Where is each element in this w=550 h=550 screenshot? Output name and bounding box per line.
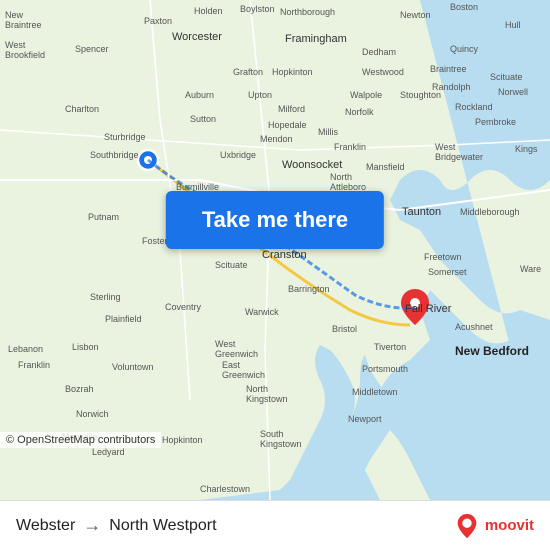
svg-text:Quincy: Quincy [450, 44, 479, 54]
svg-text:New Bedford: New Bedford [455, 344, 529, 358]
svg-text:Sturbridge: Sturbridge [104, 132, 146, 142]
svg-text:Cranston: Cranston [262, 249, 307, 261]
svg-text:East: East [222, 360, 241, 370]
svg-text:Northborough: Northborough [280, 7, 335, 17]
svg-text:Coventry: Coventry [165, 302, 202, 312]
svg-text:Kingstown: Kingstown [246, 394, 288, 404]
svg-text:West: West [435, 142, 456, 152]
svg-text:Boston: Boston [450, 2, 478, 12]
svg-text:Newton: Newton [400, 10, 431, 20]
svg-text:Kingstown: Kingstown [260, 439, 302, 449]
svg-text:Voluntown: Voluntown [112, 362, 154, 372]
svg-text:Hull: Hull [505, 20, 521, 30]
svg-text:Plainfield: Plainfield [105, 314, 142, 324]
svg-text:Warwick: Warwick [245, 307, 279, 317]
svg-text:Walpole: Walpole [350, 90, 382, 100]
svg-text:Kings: Kings [515, 144, 538, 154]
svg-text:Sutton: Sutton [190, 114, 216, 124]
svg-text:South: South [260, 429, 284, 439]
svg-text:Mansfield: Mansfield [366, 162, 405, 172]
svg-text:Middletown: Middletown [352, 387, 398, 397]
svg-text:Southbridge: Southbridge [90, 150, 139, 160]
route-info: Webster → North Westport [16, 515, 217, 536]
svg-text:Putnam: Putnam [88, 212, 119, 222]
origin-label: Webster [16, 517, 75, 535]
svg-text:Hopkinton: Hopkinton [272, 67, 313, 77]
svg-text:Freetown: Freetown [424, 252, 462, 262]
svg-text:Scituate: Scituate [215, 260, 248, 270]
moovit-pin-icon [453, 512, 481, 540]
svg-text:Greenwich: Greenwich [215, 349, 258, 359]
map-container: Spencer Charlton Worcester Framingham De… [0, 0, 550, 500]
svg-text:Norwich: Norwich [76, 409, 109, 419]
take-me-there-button[interactable]: Take me there [166, 191, 384, 249]
svg-text:Auburn: Auburn [185, 90, 214, 100]
svg-text:Norwell: Norwell [498, 87, 528, 97]
svg-text:Mendon: Mendon [260, 134, 293, 144]
svg-text:Scituate: Scituate [490, 72, 523, 82]
svg-text:Bozrah: Bozrah [65, 384, 94, 394]
svg-text:West: West [5, 40, 26, 50]
svg-text:Milford: Milford [278, 104, 305, 114]
svg-text:Dedham: Dedham [362, 47, 396, 57]
svg-text:West: West [215, 339, 236, 349]
svg-text:Lisbon: Lisbon [72, 342, 99, 352]
bottom-bar: Webster → North Westport moovit [0, 500, 550, 550]
svg-text:Lebanon: Lebanon [8, 344, 43, 354]
svg-text:Uxbridge: Uxbridge [220, 150, 256, 160]
svg-text:Middleborough: Middleborough [460, 207, 520, 217]
moovit-text: moovit [485, 517, 534, 534]
svg-text:Rockland: Rockland [455, 102, 493, 112]
route-arrow-icon: → [83, 515, 101, 536]
svg-text:Braintree: Braintree [5, 20, 42, 30]
svg-text:Acushnet: Acushnet [455, 322, 493, 332]
svg-text:Stoughton: Stoughton [400, 90, 441, 100]
svg-text:Somerset: Somerset [428, 267, 467, 277]
svg-text:New: New [5, 10, 24, 20]
destination-label: North Westport [109, 517, 216, 535]
svg-text:Sterling: Sterling [90, 292, 121, 302]
svg-text:Hopedale: Hopedale [268, 120, 307, 130]
svg-text:Franklin: Franklin [18, 360, 50, 370]
svg-text:Woonsocket: Woonsocket [282, 159, 342, 171]
svg-text:Foster: Foster [142, 236, 168, 246]
svg-text:Hopkinton: Hopkinton [162, 435, 203, 445]
svg-text:Fall River: Fall River [405, 303, 452, 315]
svg-text:Spencer: Spencer [75, 44, 109, 54]
svg-text:Grafton: Grafton [233, 67, 263, 77]
svg-text:Taunton: Taunton [402, 206, 441, 218]
svg-text:North: North [330, 172, 352, 182]
svg-text:Framingham: Framingham [285, 33, 347, 45]
svg-text:Brookfield: Brookfield [5, 50, 45, 60]
map-attribution: © OpenStreetMap contributors [0, 432, 161, 448]
svg-text:Westwood: Westwood [362, 67, 404, 77]
svg-text:Holden: Holden [194, 6, 223, 16]
svg-text:Norfolk: Norfolk [345, 107, 374, 117]
svg-text:Charlton: Charlton [65, 104, 99, 114]
svg-text:Boylston: Boylston [240, 4, 275, 14]
svg-text:North: North [246, 384, 268, 394]
svg-text:Pembroke: Pembroke [475, 117, 516, 127]
svg-text:Charlestown: Charlestown [200, 484, 250, 494]
svg-text:Franklin: Franklin [334, 142, 366, 152]
svg-text:Barrington: Barrington [288, 284, 330, 294]
svg-text:Braintree: Braintree [430, 64, 467, 74]
svg-text:Paxton: Paxton [144, 16, 172, 26]
svg-text:Millis: Millis [318, 127, 338, 137]
svg-text:Bridgewater: Bridgewater [435, 152, 483, 162]
svg-text:Tiverton: Tiverton [374, 342, 406, 352]
svg-text:Greenwich: Greenwich [222, 370, 265, 380]
svg-text:Ledyard: Ledyard [92, 447, 125, 457]
svg-text:Portsmouth: Portsmouth [362, 364, 408, 374]
svg-text:Worcester: Worcester [172, 31, 222, 43]
svg-text:Ware: Ware [520, 264, 541, 274]
svg-text:Bristol: Bristol [332, 324, 357, 334]
svg-text:Newport: Newport [348, 414, 382, 424]
moovit-logo: moovit [453, 512, 534, 540]
svg-text:Upton: Upton [248, 90, 272, 100]
